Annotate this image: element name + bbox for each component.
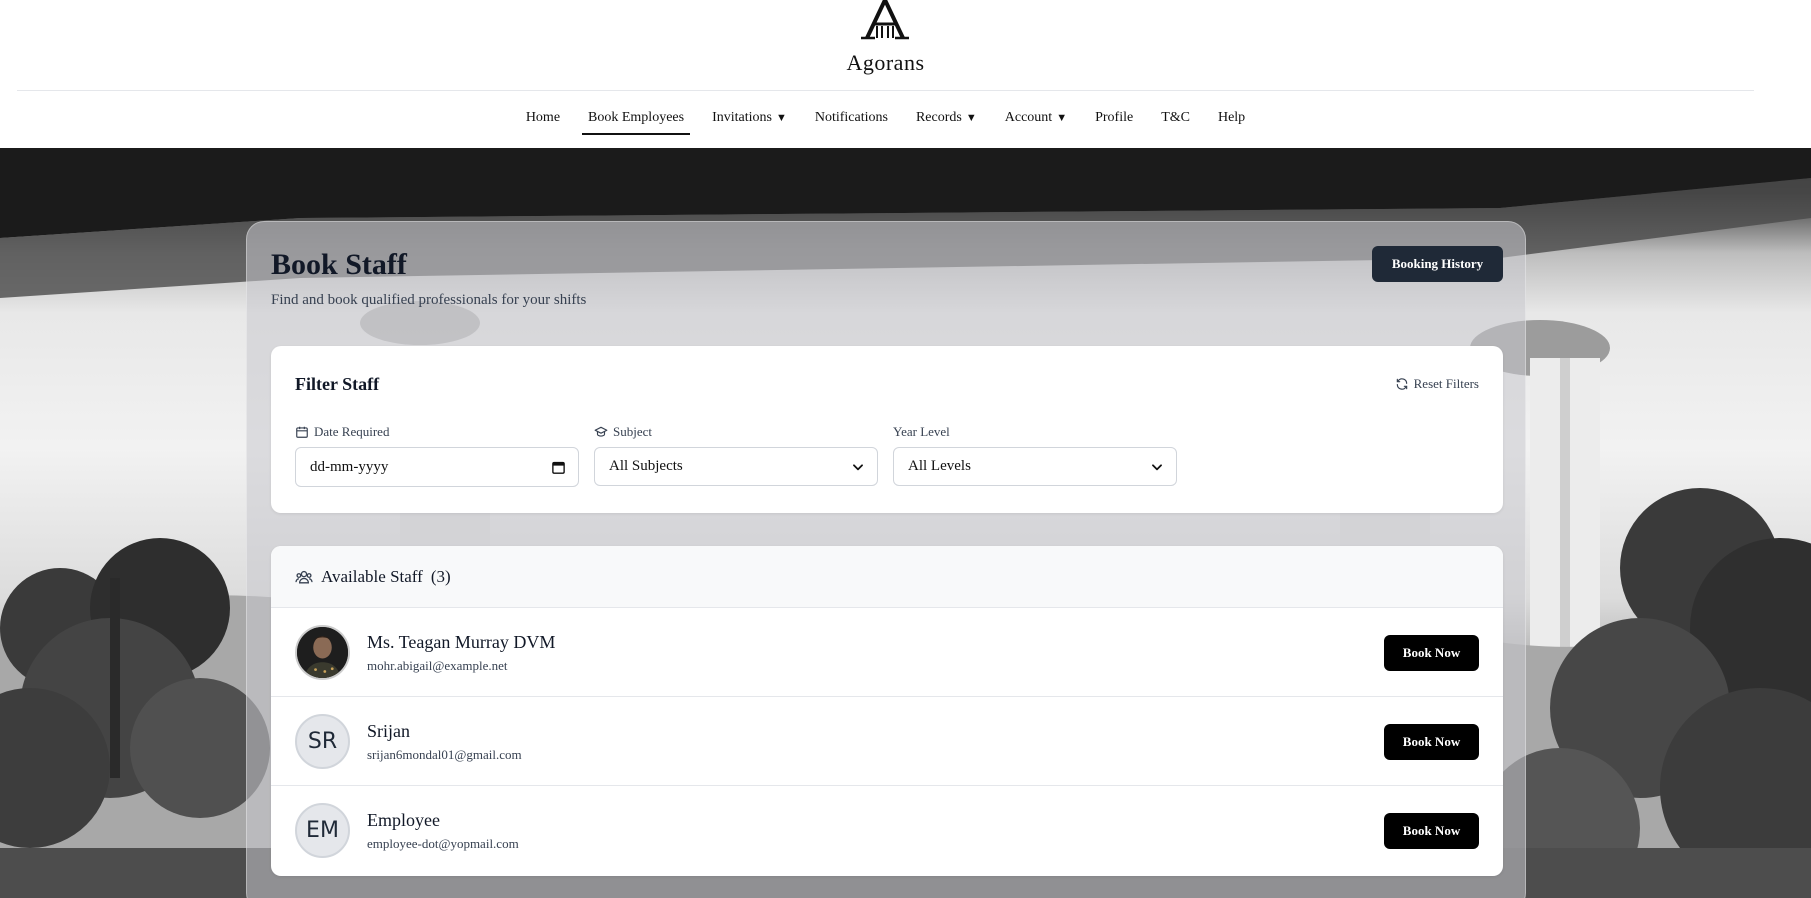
- header-divider: [17, 90, 1754, 91]
- nav-profile[interactable]: Profile: [1081, 106, 1147, 136]
- staff-row: Ms. Teagan Murray DVM mohr.abigail@examp…: [271, 608, 1503, 697]
- caret-down-icon: ▼: [965, 112, 977, 124]
- subject-label: Subject: [613, 424, 652, 439]
- users-icon: [295, 570, 313, 583]
- year-level-select[interactable]: All Levels: [893, 447, 1177, 486]
- book-now-button[interactable]: Book Now: [1384, 635, 1479, 671]
- page-title: Book Staff: [271, 248, 407, 281]
- staff-row: EM Employee employee-dot@yopmail.com Boo…: [271, 786, 1503, 875]
- agorans-logo-icon[interactable]: [855, 0, 915, 42]
- nav-account[interactable]: Account ▼: [991, 106, 1081, 136]
- date-field: Date Required dd-mm-yyyy: [295, 424, 579, 487]
- subject-select[interactable]: All Subjects: [594, 447, 878, 486]
- date-input[interactable]: dd-mm-yyyy: [295, 447, 579, 487]
- nav-home[interactable]: Home: [512, 106, 574, 136]
- nav-book-employees[interactable]: Book Employees: [574, 106, 698, 136]
- available-staff-panel: Available Staff (3) Ms. Teagan Murray DV…: [271, 546, 1503, 876]
- date-label: Date Required: [314, 424, 390, 439]
- filter-panel: Filter Staff Reset Filters Date Required…: [271, 346, 1503, 513]
- staff-name: Employee: [367, 810, 440, 830]
- avatar: EM: [295, 803, 350, 858]
- staff-row: SR Srijan srijan6mondal01@gmail.com Book…: [271, 697, 1503, 786]
- reset-filters-button[interactable]: Reset Filters: [1395, 376, 1479, 392]
- staff-name: Ms. Teagan Murray DVM: [367, 632, 556, 652]
- book-now-button[interactable]: Book Now: [1384, 724, 1479, 760]
- nav-help[interactable]: Help: [1204, 106, 1259, 136]
- graduation-cap-icon: [594, 426, 608, 437]
- nav-tc[interactable]: T&C: [1147, 106, 1204, 136]
- caret-down-icon: ▼: [775, 112, 787, 124]
- date-input-value: dd-mm-yyyy: [310, 458, 389, 475]
- reset-filters-label: Reset Filters: [1413, 376, 1479, 391]
- year-level-field: Year Level All Levels: [893, 424, 1177, 486]
- staff-name: Srijan: [367, 721, 410, 741]
- staff-email: mohr.abigail@example.net: [367, 658, 508, 673]
- year-level-label: Year Level: [893, 424, 950, 439]
- available-staff-header: Available Staff (3): [271, 546, 1503, 608]
- booking-history-button[interactable]: Booking History: [1372, 246, 1503, 282]
- book-now-button[interactable]: Book Now: [1384, 813, 1479, 849]
- page-subtitle: Find and book qualified professionals fo…: [271, 292, 587, 308]
- avatar: [295, 625, 350, 680]
- year-level-select-value: All Levels: [908, 458, 971, 474]
- nav-invitations[interactable]: Invitations ▼: [698, 106, 801, 136]
- main-nav: Home Book Employees Invitations ▼ Notific…: [0, 106, 1771, 136]
- staff-email: srijan6mondal01@gmail.com: [367, 747, 522, 762]
- calendar-picker-icon[interactable]: [551, 460, 566, 475]
- profile-photo-image: [297, 627, 348, 678]
- book-staff-card: Book Staff Find and book qualified profe…: [246, 221, 1526, 898]
- avatar: SR: [295, 714, 350, 769]
- available-staff-count: (3): [430, 566, 451, 586]
- refresh-icon: [1396, 378, 1407, 390]
- calendar-icon: [296, 426, 308, 438]
- site-header: Agorans Home Book Employees Invitations ▼…: [0, 0, 1811, 148]
- caret-down-icon: ▼: [1056, 112, 1068, 124]
- nav-notifications[interactable]: Notifications: [801, 106, 902, 136]
- staff-email: employee-dot@yopmail.com: [367, 836, 519, 851]
- chevron-down-icon: [853, 463, 863, 470]
- brand-name: Agorans: [846, 50, 925, 75]
- subject-field: Subject All Subjects: [594, 424, 878, 486]
- available-staff-title: Available Staff: [321, 566, 423, 586]
- subject-select-value: All Subjects: [609, 458, 683, 474]
- chevron-down-icon: [1152, 463, 1162, 470]
- nav-records[interactable]: Records ▼: [902, 106, 991, 136]
- filter-title: Filter Staff: [295, 374, 380, 394]
